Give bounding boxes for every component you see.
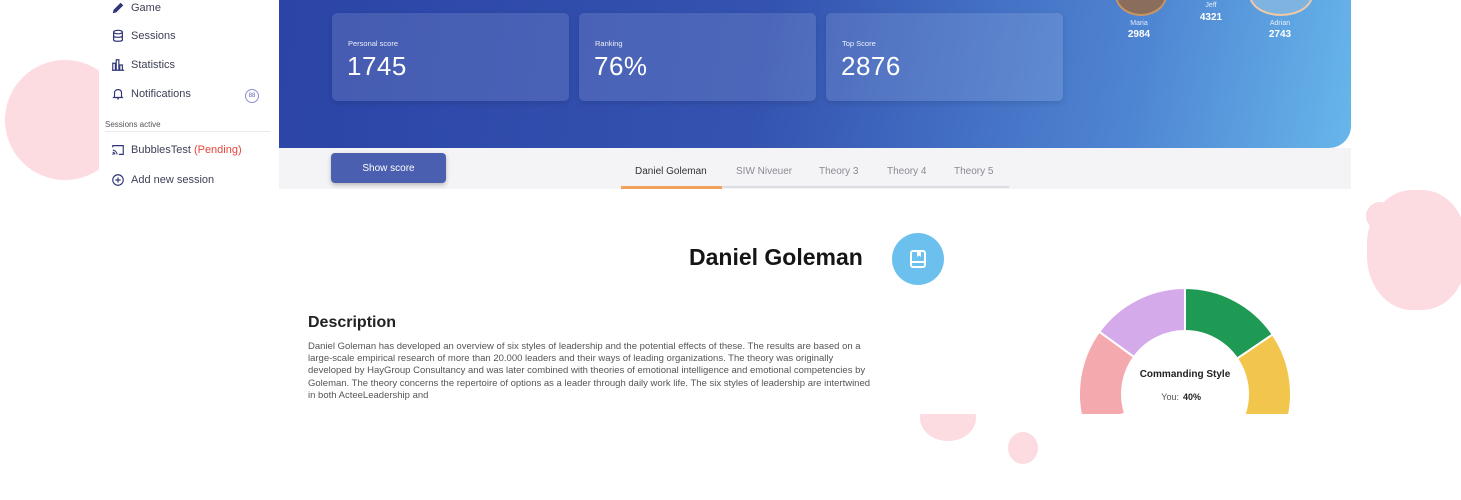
leaderboard-name: Maria xyxy=(1130,20,1148,27)
background-blob-right-small xyxy=(1366,202,1394,230)
leadership-style-donut: Commanding Style You: 40% xyxy=(1078,286,1292,414)
stat-value: 2876 xyxy=(841,51,901,81)
stat-label: Personal score xyxy=(348,39,399,48)
background-blob-bottom-small xyxy=(1008,432,1038,464)
sidebar: Game Sessions Statistics Notifications 8… xyxy=(99,0,280,414)
tab-theory-3[interactable]: Theory 3 xyxy=(819,166,858,177)
bell-icon xyxy=(112,89,124,100)
personal-score-card: Personal score 1745 xyxy=(332,13,569,101)
page-title: Daniel Goleman xyxy=(689,244,863,270)
sidebar-item-label: Statistics xyxy=(131,59,176,71)
donut-center-title: Commanding Style xyxy=(1140,369,1231,380)
avatar-maria[interactable] xyxy=(1115,0,1167,16)
stat-value: 1745 xyxy=(347,51,407,81)
pencil-icon xyxy=(112,2,124,14)
leaderboard-score: 4321 xyxy=(1199,12,1223,23)
sidebar-item-label: Notifications xyxy=(131,88,191,100)
sessions-active-heading: Sessions active xyxy=(105,120,161,129)
leaderboard-name: Jeff xyxy=(1205,2,1217,9)
book-icon[interactable] xyxy=(892,233,944,285)
donut-you-value: 40% xyxy=(1183,392,1201,402)
sidebar-item-label: Game xyxy=(131,2,161,14)
sidebar-item-notifications[interactable]: Notifications xyxy=(111,87,191,101)
app-window: Game Sessions Statistics Notifications 8… xyxy=(99,0,1351,414)
avatar-adrian[interactable] xyxy=(1249,0,1313,16)
sidebar-item-sessions[interactable]: Sessions xyxy=(111,29,176,43)
leaderboard-score: 2743 xyxy=(1268,29,1292,40)
tab-siw-niveuer[interactable]: SIW Niveuer xyxy=(736,166,792,177)
ranking-card: Ranking 76% xyxy=(579,13,816,101)
sidebar-divider xyxy=(105,131,270,132)
top-score-card: Top Score 2876 xyxy=(826,13,1063,101)
sidebar-item-label: Sessions xyxy=(131,30,176,42)
donut-you-label: You: xyxy=(1161,392,1179,402)
tab-daniel-goleman[interactable]: Daniel Goleman xyxy=(635,166,707,177)
session-status: (Pending) xyxy=(193,144,242,156)
show-score-button[interactable]: Show score xyxy=(331,153,446,183)
cast-icon xyxy=(112,145,124,155)
add-new-session-button[interactable]: Add new session xyxy=(111,173,214,187)
session-name: BubblesTest xyxy=(131,144,191,156)
plus-circle-icon xyxy=(112,174,124,186)
leaderboard-name: Adrian xyxy=(1269,20,1291,27)
leaderboard-score: 2984 xyxy=(1127,29,1151,40)
stat-label: Top Score xyxy=(842,39,876,48)
description-heading: Description xyxy=(308,314,397,331)
tab-theory-5[interactable]: Theory 5 xyxy=(954,166,993,177)
bar-chart-icon xyxy=(111,59,125,71)
description-text: Daniel Goleman has developed an overview… xyxy=(308,341,871,401)
book-glyph xyxy=(910,250,926,268)
tab-theory-4[interactable]: Theory 4 xyxy=(887,166,926,177)
score-header: Personal score 1745 Ranking 76% Top Scor… xyxy=(279,0,1351,148)
stat-label: Ranking xyxy=(595,39,623,48)
database-icon xyxy=(113,29,123,42)
sidebar-active-session[interactable]: BubblesTest (Pending) xyxy=(111,143,242,157)
notification-count-badge: 88 xyxy=(245,89,259,103)
add-session-label: Add new session xyxy=(131,174,215,186)
theory-content: Daniel Goleman Description Daniel Golema… xyxy=(279,189,1351,414)
theory-tab-bar: Show score Daniel Goleman SIW Niveuer Th… xyxy=(279,148,1351,189)
sidebar-item-statistics[interactable]: Statistics xyxy=(111,58,175,72)
sidebar-item-game[interactable]: Game xyxy=(111,1,161,15)
stat-value: 76% xyxy=(594,51,648,81)
